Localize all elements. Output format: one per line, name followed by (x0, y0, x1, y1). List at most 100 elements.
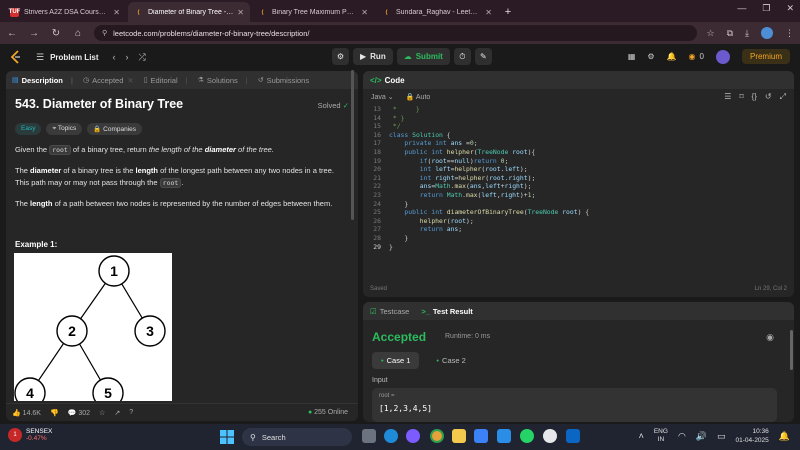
submit-button[interactable]: ☁ Submit (396, 48, 450, 65)
input-var-value[interactable]: [1,2,3,4,5] (379, 404, 770, 413)
coins-icon[interactable]: ◉ (689, 52, 696, 61)
home-icon[interactable]: ⌂ (72, 28, 84, 39)
code-line[interactable]: 27 return ans; (363, 225, 794, 234)
store-icon[interactable] (474, 429, 488, 443)
code-line[interactable]: 17 private int ans =0; (363, 139, 794, 148)
tab-testcase[interactable]: ☑ Testcase (370, 307, 409, 316)
format-icon[interactable]: ☰ (724, 92, 731, 102)
close-tab-icon[interactable]: ✕ (361, 8, 368, 17)
shuffle-icon[interactable]: ⤮ (139, 52, 146, 63)
close-tab-icon[interactable]: ✕ (113, 8, 120, 17)
fullscreen-icon[interactable]: ⤢ (780, 92, 786, 102)
extensions-icon[interactable]: ⧉ (727, 28, 733, 39)
back-icon[interactable]: ← (6, 28, 18, 39)
linkedin-icon[interactable] (566, 429, 580, 443)
code-line[interactable]: 20 int left=helpher(root.left); (363, 165, 794, 174)
code-line[interactable]: 14 * } (363, 114, 794, 123)
copilot-icon[interactable] (406, 429, 420, 443)
notes-icon[interactable]: ✎ (474, 48, 492, 65)
reset-icon[interactable]: ↺ (765, 92, 772, 102)
bookmark-star-icon[interactable]: ☆ (707, 28, 715, 39)
code-line[interactable]: 22 ans=Math.max(ans,left+right); (363, 182, 794, 191)
bookmark-icon[interactable]: ⌑ (739, 92, 743, 102)
downloads-icon[interactable]: ⤓ (745, 28, 749, 39)
user-avatar[interactable] (715, 49, 730, 64)
stock-widget[interactable]: 1 SENSEX -0.47% (8, 428, 52, 442)
edge-icon[interactable] (384, 429, 398, 443)
description-scrollbar[interactable] (350, 70, 355, 420)
code-line[interactable]: 28 } (363, 234, 794, 243)
code-line[interactable]: 13 * } (363, 105, 794, 114)
code-line[interactable]: 19 if(root==null)return 0; (363, 157, 794, 166)
menu-icon[interactable]: ⋮ (785, 28, 794, 39)
share-icon[interactable]: ↗ (114, 409, 120, 417)
like-button[interactable]: 👍 14.6K (12, 409, 41, 417)
close-tab-icon[interactable]: ✕ (485, 8, 492, 17)
companies-button[interactable]: 🔒 Companies (87, 123, 143, 135)
code-line[interactable]: 16 class Solution { (363, 131, 794, 140)
eye-icon[interactable]: ◉ (766, 332, 774, 343)
tab-submissions[interactable]: ↺ Submissions (258, 76, 309, 85)
chatgpt-icon[interactable] (543, 429, 557, 443)
code-line[interactable]: 18 public int helpher(TreeNode root){ (363, 148, 794, 157)
clock[interactable]: 10:36 01-04-2025 (736, 427, 769, 445)
code-line[interactable]: 23 return Math.max(left,right)+1; (363, 191, 794, 200)
close-tab-icon[interactable]: ✕ (237, 8, 244, 17)
browser-tab-max-path[interactable]: ⟨ Binary Tree Maximum Path Sum ✕ (252, 2, 374, 22)
code-lines[interactable]: 13 * } 14 * } 15 */16 class Solution {17 pr… (363, 105, 794, 251)
code-line[interactable]: 29} (363, 243, 794, 252)
braces-icon[interactable]: {} (752, 92, 757, 102)
profile-avatar[interactable] (761, 27, 773, 39)
notification-bell-icon[interactable]: 🔔 (779, 431, 790, 442)
code-line[interactable]: 26 helpher(root); (363, 217, 794, 226)
help-icon[interactable]: ? (129, 409, 133, 416)
browser-tab-striver[interactable]: TUF Strivers A2Z DSA Course/Sheet ✕ (4, 2, 126, 22)
premium-button[interactable]: Premium (741, 49, 790, 64)
windows-start-icon[interactable] (220, 430, 234, 444)
code-line[interactable]: 21 int right=helpher(root.right); (363, 174, 794, 183)
url-field[interactable]: ⚲ leetcode.com/problems/diameter-of-bina… (94, 25, 697, 41)
autocomplete-toggle[interactable]: 🔒 Auto (406, 93, 431, 101)
favorite-star-icon[interactable]: ☆ (99, 409, 105, 417)
chevron-up-icon[interactable]: ˄ (639, 431, 644, 441)
tab-test-result[interactable]: >_ Test Result (421, 307, 472, 316)
result-scrollbar[interactable] (790, 330, 793, 370)
settings-icon[interactable]: ⚙ (647, 52, 654, 61)
layout-icon[interactable]: ▦ (628, 52, 636, 61)
close-window-icon[interactable]: ✕ (786, 3, 794, 14)
next-problem-icon[interactable]: › (126, 52, 129, 62)
maximize-icon[interactable]: ❐ (762, 3, 770, 14)
reload-icon[interactable]: ↻ (50, 28, 62, 39)
wifi-icon[interactable]: ◠ (678, 431, 686, 442)
problem-list-icon[interactable]: ☰ (36, 52, 44, 63)
prev-problem-icon[interactable]: ‹ (113, 52, 116, 62)
leetcode-logo-icon[interactable] (10, 50, 22, 64)
tab-solutions[interactable]: ⚗ Solutions | (198, 76, 248, 85)
dislike-icon[interactable]: 👎 (50, 409, 59, 417)
timer-icon[interactable]: ⏱ (453, 48, 471, 65)
taskbar-search[interactable]: ⚲ Search (242, 428, 352, 446)
code-line[interactable]: 15 */ (363, 122, 794, 131)
browser-tab-diameter[interactable]: ⟨ Diameter of Binary Tree - LeetC ✕ (128, 2, 250, 22)
case-1-tab[interactable]: • Case 1 (372, 352, 420, 369)
vscode-icon[interactable] (497, 429, 511, 443)
file-explorer-icon[interactable] (452, 429, 466, 443)
tab-editorial[interactable]: ▯ Editorial | (144, 76, 188, 85)
whatsapp-icon[interactable] (520, 429, 534, 443)
case-2-tab[interactable]: • Case 2 (427, 352, 474, 369)
tab-description[interactable]: ▤ Description | (12, 76, 73, 85)
run-button[interactable]: ▶ Run (353, 48, 393, 65)
forward-icon[interactable]: → (28, 28, 40, 39)
minimize-icon[interactable]: — (737, 3, 746, 14)
notifications-icon[interactable]: 🔔 (667, 52, 677, 61)
browser-tab-profile[interactable]: ⟨ Sundara_Raghav - LeetCode Pr ✕ (376, 2, 498, 22)
new-tab-button[interactable]: + (500, 2, 516, 22)
code-line[interactable]: 25 public int diameterOfBinaryTree(TreeN… (363, 208, 794, 217)
code-line[interactable]: 24 } (363, 200, 794, 209)
debug-icon[interactable]: ⚙ (332, 48, 349, 65)
volume-icon[interactable]: 🔊 (696, 431, 707, 442)
site-info-icon[interactable]: ⚲ (102, 29, 107, 37)
language-indicator[interactable]: ENG IN (654, 428, 668, 444)
problem-title[interactable]: 543. Diameter of Binary Tree (15, 97, 183, 111)
problem-list-link[interactable]: Problem List (50, 53, 98, 62)
